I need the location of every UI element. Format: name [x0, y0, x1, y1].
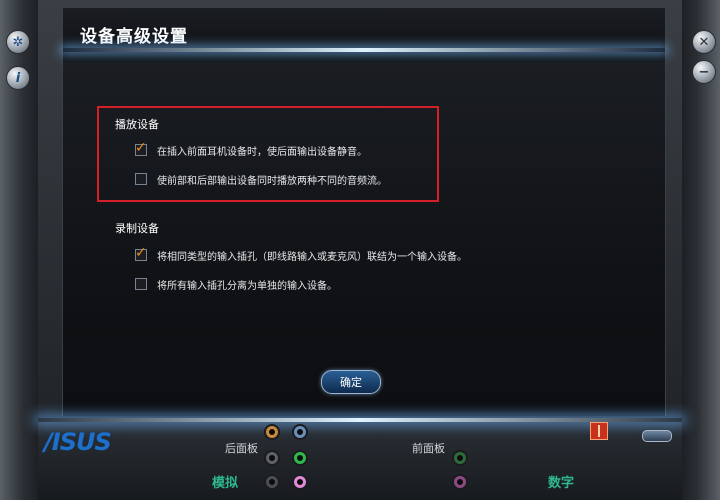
- bottom-glow-divider: [38, 418, 682, 422]
- settings-panel: 设备高级设置 播放设备 ✓ 在插入前面耳机设备时，使后面输出设备静音。 使前部和…: [62, 8, 666, 416]
- option-separate-input-jacks[interactable]: 将所有输入插孔分离为单独的输入设备。: [135, 276, 337, 292]
- option-dual-stream-playback[interactable]: 使前部和后部输出设备同时播放两种不同的音频流。: [135, 171, 387, 187]
- rear-panel-label: 后面板: [225, 442, 258, 455]
- left-side-bar: ✲ i: [0, 0, 38, 500]
- checkbox-checked[interactable]: ✓: [135, 140, 147, 156]
- checkmark-icon: ✓: [135, 140, 147, 156]
- rear-jack-green-icon[interactable]: [292, 450, 308, 466]
- title-glow-divider: [63, 48, 665, 52]
- option-label: 将相同类型的输入插孔（即线路输入或麦克风）联结为一个输入设备。: [157, 251, 467, 263]
- front-jack-green-icon[interactable]: [452, 450, 468, 466]
- option-join-input-jacks[interactable]: ✓ 将相同类型的输入插孔（即线路输入或麦克风）联结为一个输入设备。: [135, 245, 467, 263]
- digital-output-icon[interactable]: [590, 422, 608, 440]
- page-title: 设备高级设置: [80, 27, 188, 47]
- playback-heading: 播放设备: [115, 118, 159, 131]
- asus-logo: /ISUS: [44, 428, 112, 456]
- analog-label: 模拟: [212, 476, 239, 491]
- checkbox-unchecked[interactable]: [135, 173, 147, 185]
- rear-jack-grey-icon[interactable]: [264, 450, 280, 466]
- option-label: 在插入前面耳机设备时，使后面输出设备静音。: [157, 146, 367, 158]
- app-window: ✲ i ✕ − 设备高级设置 播放设备 ✓ 在插入前面耳机设备时，使后面输出设备…: [0, 0, 720, 500]
- settings-icon[interactable]: ✲: [6, 30, 30, 54]
- close-icon[interactable]: ✕: [692, 30, 716, 54]
- checkmark-icon: ✓: [135, 245, 147, 261]
- jack-status-bar: /ISUS 后面板 前面板 模拟 数字: [38, 418, 682, 500]
- option-label: 将所有输入插孔分离为单独的输入设备。: [157, 280, 337, 292]
- rear-jack-pink-icon[interactable]: [292, 474, 308, 490]
- digital-label: 数字: [548, 476, 575, 491]
- checkbox-checked[interactable]: ✓: [135, 245, 147, 261]
- minimize-icon[interactable]: −: [692, 60, 716, 84]
- recording-heading: 录制设备: [115, 222, 159, 235]
- right-side-bar: ✕ −: [682, 0, 720, 500]
- front-jack-pink-icon[interactable]: [452, 474, 468, 490]
- front-panel-label: 前面板: [412, 442, 445, 455]
- rear-jack-orange-icon[interactable]: [264, 424, 280, 440]
- ok-button[interactable]: 确定: [321, 370, 381, 394]
- checkbox-unchecked[interactable]: [135, 278, 147, 290]
- info-icon[interactable]: i: [6, 66, 30, 90]
- rear-jack-black-icon[interactable]: [264, 474, 280, 490]
- rear-jack-blue-icon[interactable]: [292, 424, 308, 440]
- option-mute-rear-on-front-headphone[interactable]: ✓ 在插入前面耳机设备时，使后面输出设备静音。: [135, 140, 367, 158]
- wrench-icon[interactable]: [642, 430, 672, 442]
- settings-content: 播放设备 ✓ 在插入前面耳机设备时，使后面输出设备静音。 使前部和后部输出设备同…: [63, 62, 665, 412]
- option-label: 使前部和后部输出设备同时播放两种不同的音频流。: [157, 175, 387, 187]
